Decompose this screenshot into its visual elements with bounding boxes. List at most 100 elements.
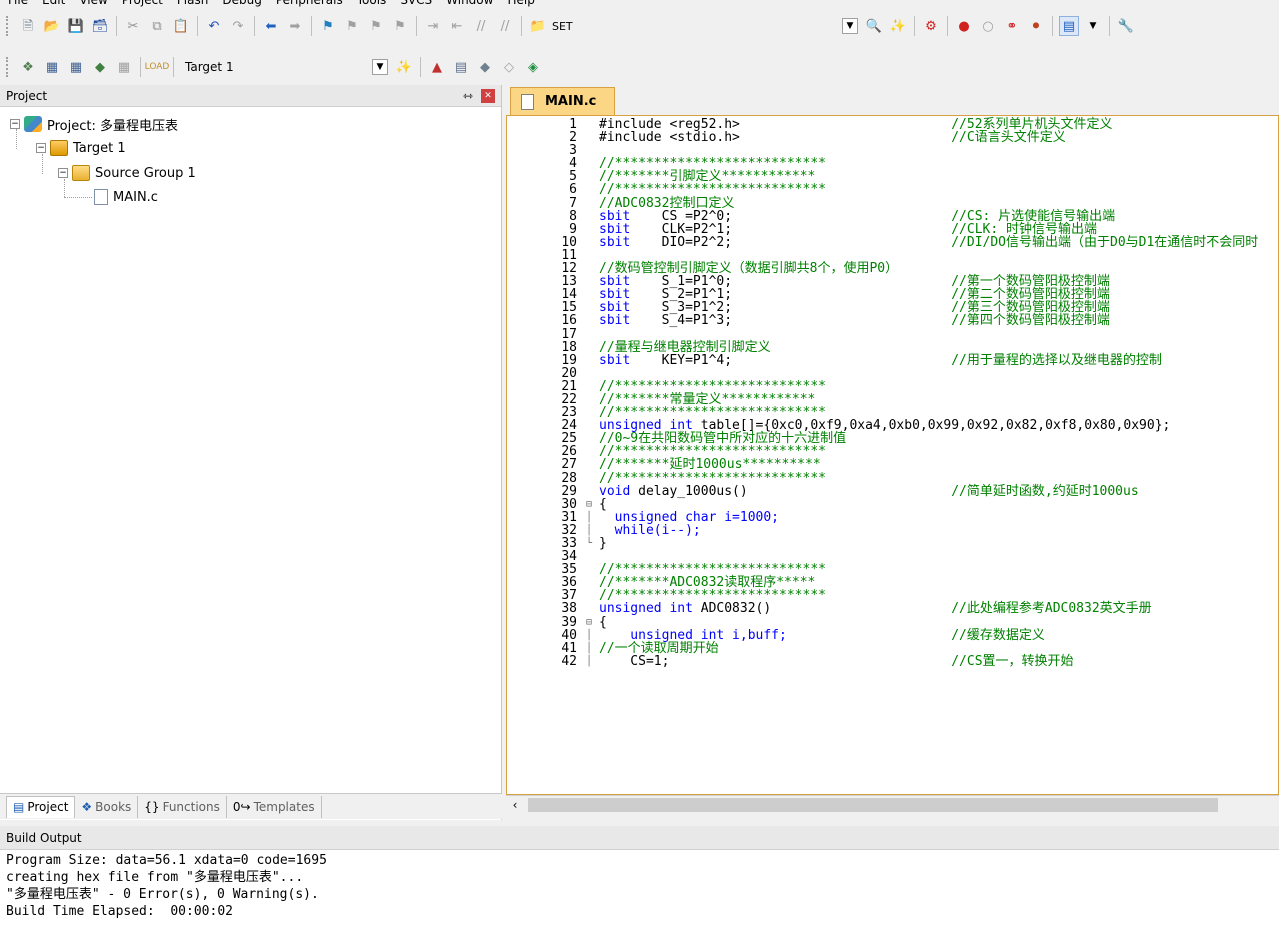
pin-icon[interactable]: ⇿ — [463, 89, 473, 103]
disable-breakpoint-icon[interactable]: ○ — [978, 16, 998, 36]
target-dropdown-icon[interactable]: ▼ — [372, 59, 388, 75]
scrollbar-thumb[interactable] — [528, 797, 1218, 812]
stop-build-icon[interactable]: ▦ — [114, 57, 134, 77]
menu-bar: File Edit View Project Flash Debug Perip… — [0, 0, 1279, 9]
fold-marker[interactable]: ⊟ — [579, 498, 599, 511]
tab-templates[interactable]: 0↪ Templates — [227, 795, 322, 818]
uncomment-icon[interactable]: // — [495, 16, 515, 36]
download-icon[interactable]: LOAD — [145, 57, 170, 77]
multi-project-icon[interactable]: ◈ — [523, 57, 543, 77]
incremental-find-icon[interactable]: 🔍 — [864, 16, 884, 36]
line-number: 6 — [569, 182, 577, 198]
pack-installer-icon[interactable]: ◇ — [499, 57, 519, 77]
kill-all-breakpoints-icon[interactable]: ⚫ — [1026, 16, 1046, 36]
copy-icon[interactable]: ⧉ — [147, 16, 167, 36]
fold-marker — [579, 589, 599, 602]
magic-wand-icon[interactable]: ✨ — [888, 16, 908, 36]
tree-item-file[interactable]: MAIN.c — [94, 187, 158, 207]
redo-icon[interactable]: ↷ — [228, 16, 248, 36]
undo-icon[interactable]: ↶ — [204, 16, 224, 36]
fold-marker — [579, 170, 599, 183]
tab-books[interactable]: ❖ Books — [75, 795, 139, 818]
code-body: #include <stdio.h> — [599, 130, 740, 146]
build-icon[interactable]: ▦ — [42, 57, 62, 77]
batch-build-icon[interactable]: ◆ — [90, 57, 110, 77]
code-text: void delay_1000us() //简单延时函数,约延时1000us — [599, 485, 1139, 498]
target-icon — [50, 140, 68, 156]
target-select[interactable]: Target 1 — [178, 57, 368, 77]
tree-item-source-group[interactable]: − Source Group 1 — [58, 163, 196, 183]
comment: //第四个数码管阳极控制端 — [951, 313, 1110, 329]
menu-file[interactable]: File — [8, 0, 28, 9]
collapse-icon[interactable]: − — [10, 119, 20, 129]
toolbar-separator — [116, 16, 117, 36]
start-debug-icon[interactable]: ⚙ — [921, 16, 941, 36]
manage-project-items-icon[interactable]: ▲ — [427, 57, 447, 77]
tab-project[interactable]: ▤ Project — [6, 795, 76, 818]
comment-icon[interactable]: // — [471, 16, 491, 36]
menu-edit[interactable]: Edit — [42, 0, 65, 9]
disable-all-breakpoints-icon[interactable]: ⚭ — [1002, 16, 1022, 36]
code-line: 2 #include <stdio.h> //C语言头文件定义 — [507, 131, 1258, 144]
translate-icon[interactable]: ❖ — [18, 57, 38, 77]
navigate-back-icon[interactable]: ⬅ — [261, 16, 281, 36]
indent-icon[interactable]: ⇥ — [423, 16, 443, 36]
tree-item-target[interactable]: − Target 1 — [36, 138, 126, 158]
fold-marker[interactable]: ⊟ — [579, 616, 599, 629]
scroll-left-icon[interactable]: ‹ — [506, 798, 524, 812]
clear-bookmarks-icon[interactable]: ⚑ — [390, 16, 410, 36]
configuration-wrench-icon[interactable]: 🔧 — [1116, 16, 1136, 36]
layout-dropdown-icon[interactable]: ▼ — [1083, 16, 1103, 36]
fold-marker — [579, 445, 599, 458]
rebuild-icon[interactable]: ▦ — [66, 57, 86, 77]
tab-functions[interactable]: {} Functions — [138, 795, 227, 818]
tree-item-project[interactable]: − Project: 多量程电压表 — [10, 114, 178, 134]
open-folder-icon[interactable]: 📂 — [42, 16, 62, 36]
toolbar-grip[interactable] — [6, 16, 10, 36]
unindent-icon[interactable]: ⇤ — [447, 16, 467, 36]
menu-peripherals[interactable]: Peripherals — [276, 0, 343, 9]
menu-view[interactable]: View — [79, 0, 107, 9]
insert-breakpoint-icon[interactable]: ● — [954, 16, 974, 36]
menu-help[interactable]: Help — [507, 0, 534, 9]
select-packs-icon[interactable]: ▤ — [451, 57, 471, 77]
new-file-icon[interactable]: 🗎 — [18, 16, 38, 36]
tab-templates-label: Templates — [253, 799, 315, 814]
close-icon[interactable]: ✕ — [481, 88, 495, 103]
navigate-forward-icon[interactable]: ➡ — [285, 16, 305, 36]
editor-tab-main-c[interactable]: MAIN.c — [510, 87, 616, 115]
fold-marker — [579, 262, 599, 275]
comment-padding — [748, 484, 952, 499]
save-all-icon[interactable]: 🗃 — [90, 16, 110, 36]
prev-bookmark-icon[interactable]: ⚑ — [342, 16, 362, 36]
set-label[interactable]: SET — [552, 20, 573, 33]
bookmark-icon[interactable]: ⚑ — [318, 16, 338, 36]
fold-marker — [579, 314, 599, 327]
find-in-files-icon[interactable]: 📁 — [528, 16, 548, 36]
find-dropdown-icon[interactable]: ▼ — [842, 18, 858, 34]
menu-window[interactable]: Window — [446, 0, 493, 9]
menu-project[interactable]: Project — [122, 0, 163, 9]
menu-svcs[interactable]: SVCS — [400, 0, 432, 9]
paste-icon[interactable]: 📋 — [171, 16, 191, 36]
target-options-icon[interactable]: ✨ — [394, 57, 414, 77]
cut-icon[interactable]: ✂ — [123, 16, 143, 36]
menu-flash[interactable]: Flash — [177, 0, 208, 9]
horizontal-scrollbar[interactable]: ‹ — [506, 795, 1279, 813]
window-layout-icon[interactable]: ▤ — [1059, 16, 1079, 36]
line-number: 16 — [561, 313, 577, 329]
save-icon[interactable]: 💾 — [66, 16, 86, 36]
next-bookmark-icon[interactable]: ⚑ — [366, 16, 386, 36]
functions-tab-icon: {} — [144, 799, 160, 814]
build-output-text[interactable]: Program Size: data=56.1 xdata=0 code=169… — [0, 850, 1279, 920]
menu-debug[interactable]: Debug — [222, 0, 261, 9]
collapse-icon[interactable]: − — [58, 168, 68, 178]
fold-marker — [579, 328, 599, 341]
collapse-icon[interactable]: − — [36, 143, 46, 153]
code-editor[interactable]: 1 #include <reg52.h> //52系列单片机头文件定义 2 #incl… — [506, 115, 1279, 795]
manage-rte-icon[interactable]: ◆ — [475, 57, 495, 77]
toolbar-grip[interactable] — [6, 57, 10, 77]
code-lines: 1 #include <reg52.h> //52系列单片机头文件定义 2 #incl… — [507, 118, 1258, 668]
comment-padding — [669, 654, 951, 669]
menu-tools[interactable]: Tools — [357, 0, 387, 9]
